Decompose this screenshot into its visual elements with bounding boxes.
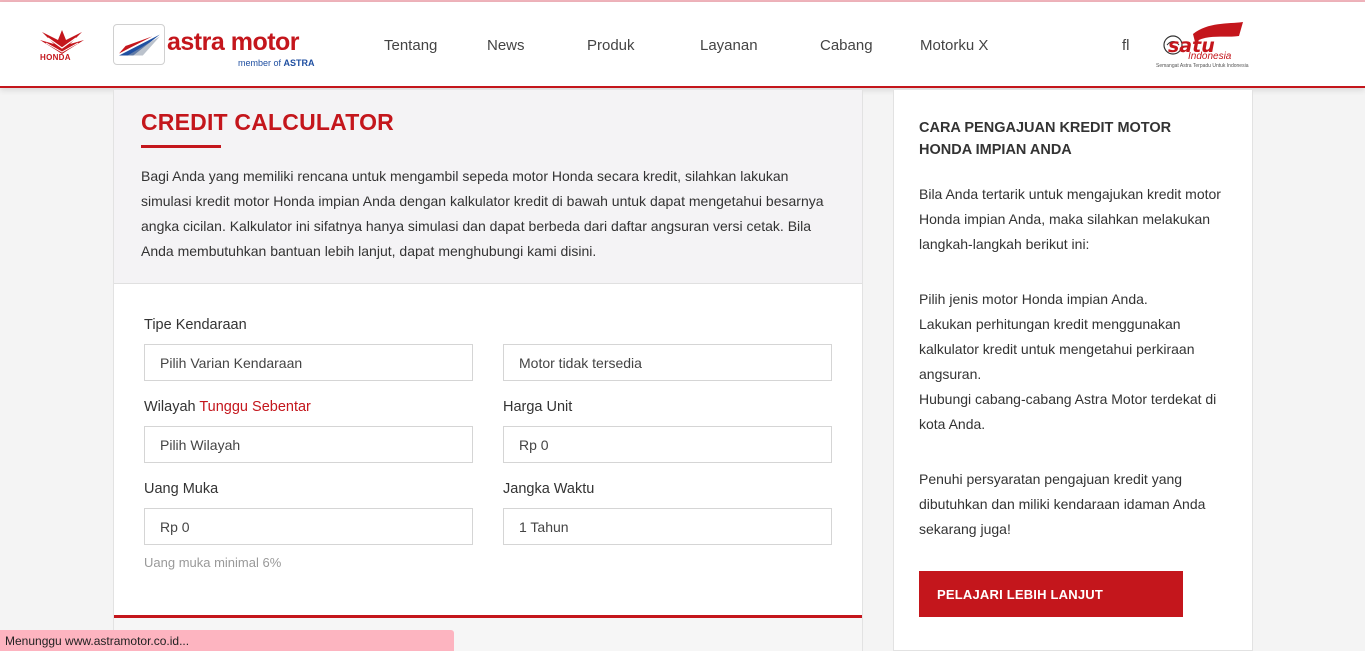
astra-tagline: member of ASTRA — [238, 58, 315, 68]
jangka-waktu-label: Jangka Waktu — [503, 481, 595, 497]
honda-wordmark: HONDA — [40, 53, 71, 62]
credit-calculator-card: CREDIT CALCULATOR Bagi Anda yang memilik… — [113, 90, 863, 651]
varian-kendaraan-select[interactable]: Pilih Varian Kendaraan — [144, 344, 473, 381]
loading-indicator-text: Tunggu Sebentar — [199, 399, 311, 415]
jangka-waktu-select[interactable]: 1 Tahun — [503, 508, 832, 545]
uang-muka-field[interactable]: Rp 0 — [144, 508, 473, 545]
credit-guide-sidebar: CARA PENGAJUAN KREDIT MOTOR HONDA IMPIAN… — [893, 90, 1253, 651]
nav-cabang[interactable]: Cabang — [820, 37, 873, 54]
nav-tentang[interactable]: Tentang — [384, 37, 437, 54]
satu-tagline: Semangat Astra Terpadu Untuk Indonesia — [1156, 63, 1249, 69]
wilayah-label: Wilayah Tunggu Sebentar — [144, 399, 311, 415]
step-item: Lakukan perhitungan kredit menggunakan k… — [919, 316, 1195, 382]
sidebar-outro: Penuhi persyaratan pengajuan kredit yang… — [919, 471, 1206, 537]
step-item: Hubungi cabang-cabang Astra Motor terdek… — [919, 391, 1217, 432]
learn-more-button[interactable]: PELAJARI LEBIH LANJUT — [919, 571, 1183, 617]
sidebar-title: CARA PENGAJUAN KREDIT MOTOR HONDA IMPIAN… — [919, 120, 1172, 158]
page-title: CREDIT CALCULATOR — [141, 109, 394, 135]
tipe-kendaraan-label: Tipe Kendaraan — [144, 317, 247, 333]
calculator-description: Bagi Anda yang memiliki rencana untuk me… — [141, 168, 824, 259]
search-icon[interactable]: fl — [1122, 37, 1130, 54]
harga-unit-label: Harga Unit — [503, 399, 573, 415]
title-underline — [141, 145, 221, 148]
uang-muka-hint: Uang muka minimal 6% — [144, 555, 282, 570]
nav-motorku-x[interactable]: Motorku X — [920, 37, 988, 54]
uang-muka-label: Uang Muka — [144, 481, 219, 497]
nav-produk[interactable]: Produk — [587, 37, 635, 54]
sidebar-intro: Bila Anda tertarik untuk mengajukan kred… — [919, 186, 1221, 252]
tagline-astra: ASTRA — [283, 58, 315, 68]
sidebar-steps: Pilih jenis motor Honda impian Anda. Lak… — [919, 287, 1239, 437]
nav-layanan[interactable]: Layanan — [700, 37, 758, 54]
step-item: Pilih jenis motor Honda impian Anda. — [919, 291, 1148, 307]
site-header: HONDA astra motor member of ASTRA Tentan… — [0, 2, 1365, 88]
nav-news[interactable]: News — [487, 37, 525, 54]
motor-select[interactable]: Motor tidak tersedia — [503, 344, 832, 381]
wilayah-label-text: Wilayah — [144, 399, 196, 415]
satu-indonesia-wordmark: Indonesia — [1188, 51, 1232, 62]
wilayah-select[interactable]: Pilih Wilayah — [144, 426, 473, 463]
tagline-prefix: member of — [238, 58, 282, 68]
harga-unit-field[interactable]: Rp 0 — [503, 426, 832, 463]
browser-status-bar: Menunggu www.astramotor.co.id... — [0, 630, 454, 651]
astra-motor-wordmark[interactable]: astra motor — [167, 28, 300, 57]
calculator-intro: CREDIT CALCULATOR Bagi Anda yang memilik… — [114, 90, 862, 284]
astra-motor-mark-logo[interactable] — [113, 24, 165, 65]
